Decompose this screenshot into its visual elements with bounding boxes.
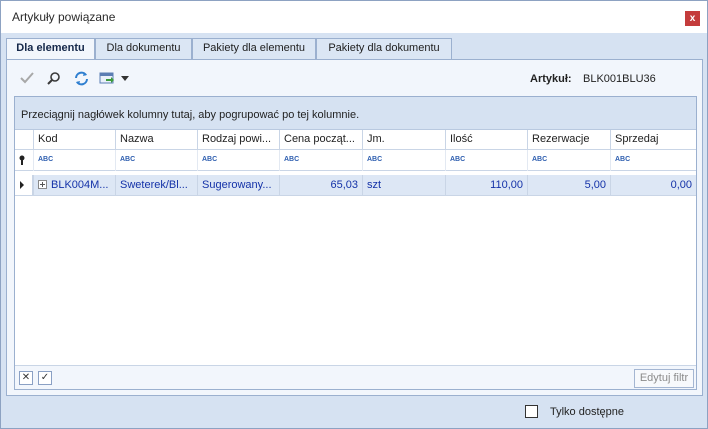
- filter-cell-cena[interactable]: ABC: [279, 150, 362, 171]
- bottom-bar: Tylko dostępne: [1, 397, 707, 428]
- group-by-panel[interactable]: Przeciągnij nagłówek kolumny tutaj, aby …: [15, 97, 696, 130]
- text-filter-icon: ABC: [532, 156, 548, 163]
- text-filter-icon: ABC: [615, 156, 631, 163]
- table-row[interactable]: BLK004M... Sweterek/Bl... Sugerowany... …: [15, 175, 696, 196]
- checkmark-icon[interactable]: [19, 70, 35, 86]
- filter-footer: ✕ ✓ Edytuj filtr: [15, 365, 696, 389]
- expand-icon: [38, 180, 47, 189]
- tab-pakiety-dla-elementu[interactable]: Pakiety dla elementu: [192, 38, 316, 59]
- filter-cell-kod[interactable]: ABC: [33, 150, 115, 171]
- tab-panel: Artykuł: BLK001BLU36 Przeciągnij nagłówe…: [6, 59, 703, 396]
- dropdown-arrow-icon[interactable]: [120, 70, 130, 86]
- search-icon[interactable]: [46, 70, 62, 86]
- row-indicator: [15, 175, 33, 195]
- filter-cell-ilosc[interactable]: ABC: [445, 150, 527, 171]
- filter-cell-rodzaj[interactable]: ABC: [197, 150, 279, 171]
- article-label: Artykuł:: [530, 73, 572, 85]
- column-header-jm[interactable]: Jm.: [362, 130, 445, 150]
- related-articles-window: Artykuły powiązane x Dla elementu Dla do…: [0, 0, 708, 429]
- filter-pin-icon: [15, 150, 33, 171]
- only-available-label: Tylko dostępne: [550, 406, 624, 418]
- cell-kod[interactable]: BLK004M...: [33, 175, 115, 196]
- edit-filter-button[interactable]: Edytuj filtr: [634, 369, 694, 388]
- cell-kod-text: BLK004M...: [51, 179, 109, 191]
- enable-filter-checkbox[interactable]: ✓: [38, 371, 52, 385]
- grid-header: Kod Nazwa Rodzaj powi... Cena począt... …: [15, 130, 696, 150]
- filter-cell-jm[interactable]: ABC: [362, 150, 445, 171]
- cell-rodzaj[interactable]: Sugerowany...: [197, 175, 279, 196]
- cell-nazwa[interactable]: Sweterek/Bl...: [115, 175, 197, 196]
- articles-grid: Przeciągnij nagłówek kolumny tutaj, aby …: [14, 96, 697, 390]
- text-filter-icon: ABC: [38, 156, 54, 163]
- title-bar: Artykuły powiązane x: [1, 1, 707, 33]
- close-button[interactable]: x: [685, 11, 700, 26]
- column-header-ilosc[interactable]: Ilość: [445, 130, 527, 150]
- filter-row: ABC ABC ABC ABC ABC ABC ABC ABC: [15, 150, 696, 171]
- text-filter-icon: ABC: [367, 156, 383, 163]
- text-filter-icon: ABC: [202, 156, 218, 163]
- text-filter-icon: ABC: [120, 156, 136, 163]
- tab-dla-elementu[interactable]: Dla elementu: [6, 38, 95, 60]
- export-icon[interactable]: [99, 70, 115, 86]
- filter-cell-sprzedaj[interactable]: ABC: [610, 150, 696, 171]
- cell-jm[interactable]: szt: [362, 175, 445, 196]
- clear-filter-button[interactable]: ✕: [19, 371, 33, 385]
- cell-ilosc[interactable]: 110,00: [445, 175, 527, 196]
- cell-sprzedaj[interactable]: 0,00: [610, 175, 696, 196]
- window-title: Artykuły powiązane: [12, 10, 116, 24]
- refresh-icon[interactable]: [73, 70, 89, 86]
- column-header-cena[interactable]: Cena począt...: [279, 130, 362, 150]
- only-available-checkbox[interactable]: [525, 405, 538, 418]
- column-header-rezerwacje[interactable]: Rezerwacje: [527, 130, 610, 150]
- column-header-rodzaj[interactable]: Rodzaj powi...: [197, 130, 279, 150]
- header-indicator: [15, 130, 33, 150]
- text-filter-icon: ABC: [450, 156, 466, 163]
- column-header-nazwa[interactable]: Nazwa: [115, 130, 197, 150]
- column-header-kod[interactable]: Kod: [33, 130, 115, 150]
- article-value: BLK001BLU36: [583, 73, 656, 85]
- cell-cena[interactable]: 65,03: [279, 175, 362, 196]
- group-by-hint: Przeciągnij nagłówek kolumny tutaj, aby …: [21, 109, 360, 121]
- filter-cell-nazwa[interactable]: ABC: [115, 150, 197, 171]
- tab-dla-dokumentu[interactable]: Dla dokumentu: [95, 38, 192, 59]
- text-filter-icon: ABC: [284, 156, 300, 163]
- cell-rezerwacje[interactable]: 5,00: [527, 175, 610, 196]
- column-header-sprzedaj[interactable]: Sprzedaj: [610, 130, 696, 150]
- tab-pakiety-dla-dokumentu[interactable]: Pakiety dla dokumentu: [316, 38, 452, 59]
- filter-cell-rezerwacje[interactable]: ABC: [527, 150, 610, 171]
